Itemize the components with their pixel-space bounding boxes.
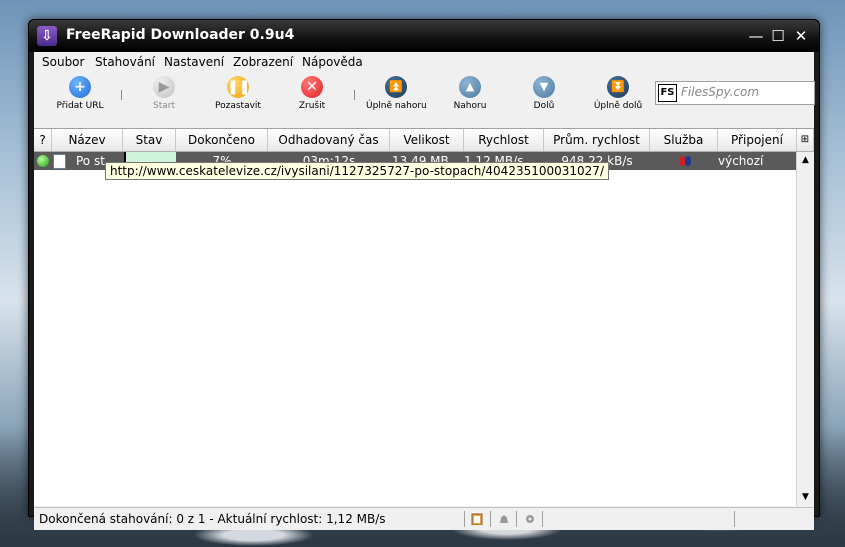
column-chooser-icon[interactable]: ⊞ (797, 129, 814, 151)
vertical-scrollbar[interactable]: ▲ ▼ (796, 152, 814, 506)
up-arrow-icon: ▲ (459, 76, 481, 98)
start-button[interactable]: ▶ Start (134, 76, 194, 111)
column-header-name[interactable]: Název (52, 129, 123, 151)
move-top-label: Úplně nahoru (366, 101, 427, 111)
toolbar-separator (121, 90, 122, 100)
cancel-button[interactable]: ✕ Zrušit (282, 76, 342, 111)
status-separator (490, 511, 491, 527)
pause-button[interactable]: ❚❚ Pozastavit (208, 76, 268, 111)
move-down-label: Dolů (533, 101, 555, 111)
column-header-completed[interactable]: Dokončeno (176, 129, 268, 151)
add-url-button[interactable]: + Přidat URL (50, 76, 110, 111)
x-icon: ✕ (301, 76, 323, 98)
move-bottom-label: Úplně dolů (593, 101, 643, 111)
table-header: ? Název Stav Dokončeno Odhadovaný čas Ve… (34, 129, 814, 152)
column-header-connection[interactable]: Připojení (718, 129, 797, 151)
toolbar: + Přidat URL ▶ Start ❚❚ Pozastavit ✕ Zru… (34, 74, 815, 124)
row-connection: výchozí (718, 154, 764, 168)
plus-icon: + (69, 76, 91, 98)
toolbar-separator (354, 90, 355, 100)
filesspy-text: FilesSpy.com (681, 85, 760, 99)
settings-gear-icon[interactable] (524, 513, 536, 525)
double-down-arrow-icon: ⏬ (607, 76, 629, 98)
status-separator (464, 511, 465, 527)
status-separator (542, 511, 543, 527)
move-top-button[interactable]: ⏫ Úplně nahoru (366, 76, 427, 111)
status-text: Dokončená stahování: 0 z 1 - Aktuální ry… (39, 512, 386, 526)
column-header-help[interactable]: ? (34, 129, 52, 151)
downloads-table: ? Název Stav Dokončeno Odhadovaný čas Ve… (34, 128, 814, 506)
down-arrow-icon: ▼ (533, 76, 555, 98)
column-header-speed[interactable]: Rychlost (464, 129, 544, 151)
column-header-status[interactable]: Stav (123, 129, 176, 151)
menu-napoveda[interactable]: Nápověda (302, 55, 363, 69)
url-tooltip: http://www.ceskatelevize.cz/ivysilani/11… (105, 162, 609, 180)
move-down-button[interactable]: ▼ Dolů (514, 76, 574, 111)
column-header-service[interactable]: Služba (650, 129, 718, 151)
filesspy-search[interactable]: FS FilesSpy.com (655, 81, 815, 105)
app-window: ⇩ FreeRapid Downloader 0.9u4 — ☐ ✕ Soubo… (28, 19, 820, 530)
menu-nastaveni[interactable]: Nastavení (164, 55, 224, 69)
add-url-label: Přidat URL (56, 101, 104, 111)
window-title: FreeRapid Downloader 0.9u4 (66, 27, 295, 43)
column-header-eta[interactable]: Odhadovaný čas (268, 129, 390, 151)
bell-icon[interactable] (498, 513, 510, 525)
play-icon: ▶ (153, 76, 175, 98)
double-up-arrow-icon: ⏫ (385, 76, 407, 98)
menu-soubor[interactable]: Soubor (42, 55, 84, 69)
minimize-button[interactable]: — (747, 27, 765, 45)
scroll-down-icon[interactable]: ▼ (797, 489, 814, 506)
maximize-button[interactable]: ☐ (769, 27, 787, 45)
close-button[interactable]: ✕ (792, 27, 810, 45)
column-header-avg-speed[interactable]: Prům. rychlost (544, 129, 650, 151)
move-bottom-button[interactable]: ⏬ Úplně dolů (588, 76, 648, 111)
download-arrow-icon: ⇩ (37, 26, 57, 46)
status-separator (516, 511, 517, 527)
client-area: Soubor Stahování Nastavení Zobrazení Náp… (34, 52, 815, 530)
start-label: Start (153, 101, 175, 111)
filesspy-logo-icon: FS (658, 84, 677, 102)
pause-icon: ❚❚ (227, 76, 250, 98)
column-header-size[interactable]: Velikost (390, 129, 464, 151)
move-up-button[interactable]: ▲ Nahoru (440, 76, 500, 111)
move-up-label: Nahoru (453, 101, 487, 111)
pause-label: Pozastavit (215, 101, 261, 111)
menu-zobrazeni[interactable]: Zobrazení (233, 55, 293, 69)
scroll-up-icon[interactable]: ▲ (797, 152, 814, 169)
status-ok-icon (37, 155, 49, 167)
status-separator (734, 511, 735, 527)
menu-bar: Soubor Stahování Nastavení Zobrazení Náp… (34, 52, 814, 72)
cancel-label: Zrušit (298, 101, 326, 111)
clipboard-icon[interactable] (471, 513, 483, 525)
menu-stahovani[interactable]: Stahování (95, 55, 155, 69)
title-bar[interactable]: ⇩ FreeRapid Downloader 0.9u4 — ☐ ✕ (29, 20, 819, 52)
file-icon (53, 154, 66, 169)
status-bar: Dokončená stahování: 0 z 1 - Aktuální ry… (34, 507, 814, 530)
ceska-televize-service-icon (679, 156, 691, 166)
